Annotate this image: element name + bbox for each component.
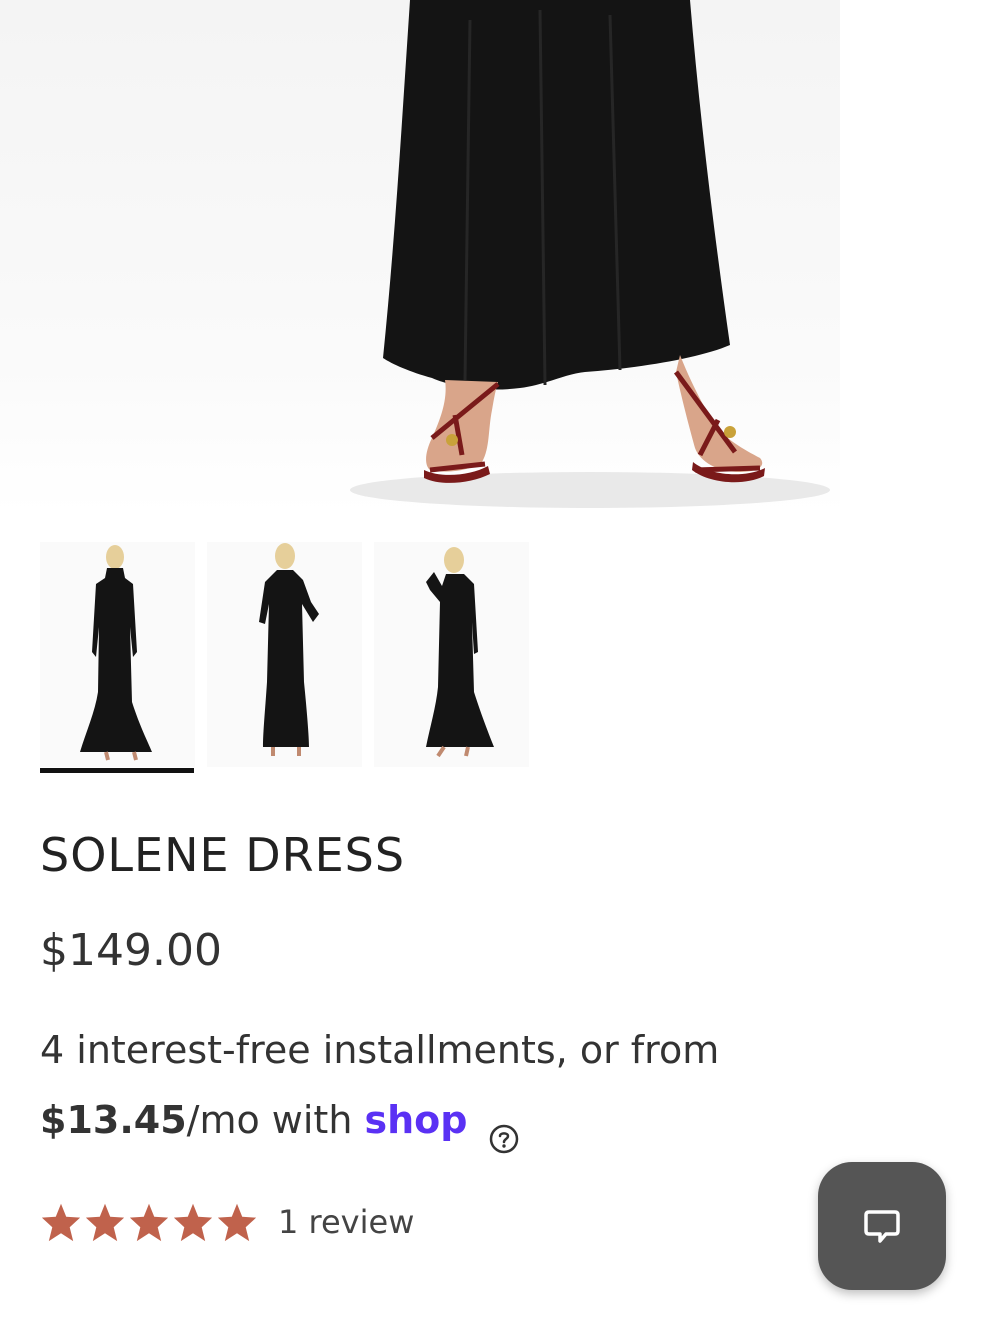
installments-text: 4 interest-free installments, or from xyxy=(40,1028,720,1072)
dress-hem-illustration xyxy=(350,0,830,508)
thumbnail-front[interactable] xyxy=(40,542,195,767)
product-price: $149.00 xyxy=(40,925,222,976)
star-icon xyxy=(217,1203,257,1242)
product-main-image[interactable] xyxy=(0,0,997,520)
chat-bubble-icon xyxy=(864,1210,900,1243)
selected-thumbnail-indicator xyxy=(40,768,194,773)
installments-info: 4 interest-free installments, or from $1… xyxy=(40,1015,940,1155)
star-icon xyxy=(129,1203,169,1242)
star-icon xyxy=(85,1203,125,1242)
question-circle-icon[interactable] xyxy=(488,1107,520,1153)
shop-pay-logo: shop xyxy=(364,1098,468,1142)
model-back-image xyxy=(259,543,319,756)
product-rating[interactable]: 1 review xyxy=(40,1200,414,1244)
product-title: SOLENE DRESS xyxy=(40,828,406,882)
star-icon xyxy=(173,1203,213,1242)
thumbnail-side[interactable] xyxy=(374,542,529,767)
star-icon xyxy=(41,1203,81,1242)
monthly-suffix: /mo with xyxy=(186,1098,353,1142)
thumbnail-back[interactable] xyxy=(207,542,362,767)
chat-button[interactable] xyxy=(818,1162,946,1290)
model-side-image xyxy=(426,547,494,758)
monthly-amount: $13.45 xyxy=(40,1098,187,1142)
model-front-image xyxy=(80,545,152,761)
review-count-link[interactable]: 1 review xyxy=(278,1203,414,1241)
star-rating xyxy=(40,1202,258,1242)
thumbnail-gallery xyxy=(40,542,540,774)
